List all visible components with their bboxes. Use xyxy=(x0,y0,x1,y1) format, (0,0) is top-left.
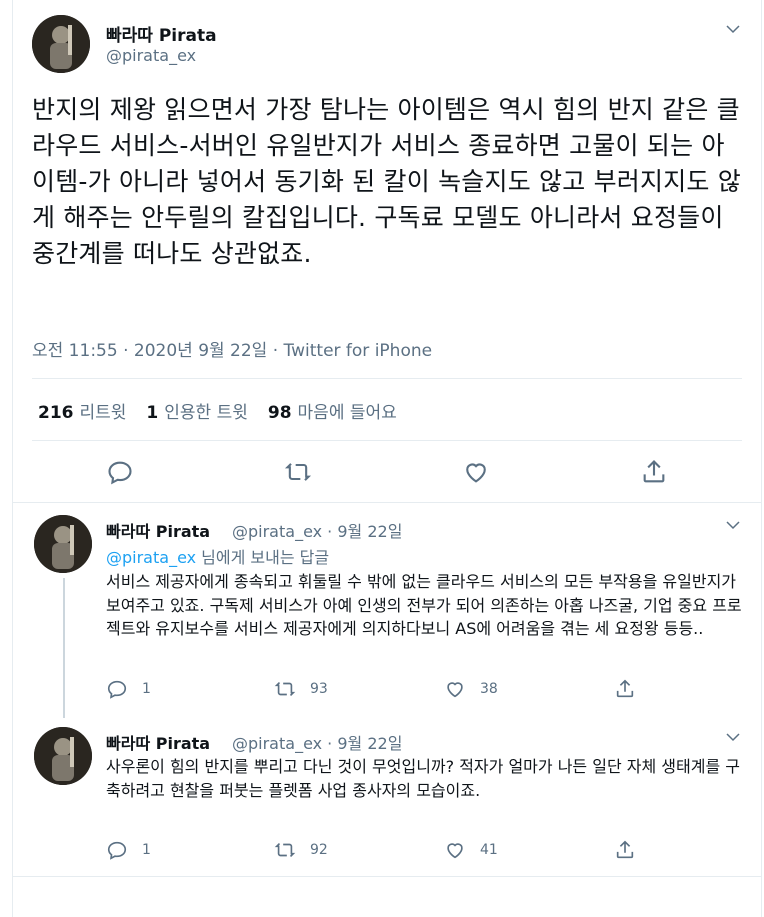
reply-text: 서비스 제공자에게 종속되고 휘둘릴 수 밖에 없는 클라우드 서비스의 모든 … xyxy=(106,572,742,638)
reply-display-name[interactable]: 빠라따 Pirata xyxy=(106,730,210,754)
share-icon[interactable] xyxy=(640,458,668,486)
likes-stat[interactable]: 98 마음에 들어요 xyxy=(268,398,397,423)
share-button[interactable] xyxy=(614,839,650,861)
reply-display-name[interactable]: 빠라따 Pirata xyxy=(106,518,210,542)
reply-avatar[interactable] xyxy=(34,515,92,573)
reply-avatar[interactable] xyxy=(34,727,92,785)
reply-count: 1 xyxy=(142,681,151,697)
reply-icon[interactable] xyxy=(106,458,134,486)
divider xyxy=(32,378,742,379)
section-divider xyxy=(12,876,762,877)
retweet-count: 92 xyxy=(310,842,328,858)
like-count: 38 xyxy=(480,681,498,697)
thread-connector xyxy=(63,578,65,718)
retweets-stat[interactable]: 216 리트윗 xyxy=(38,398,126,423)
reply-handle-date[interactable]: @pirata_ex · 9월 22일 xyxy=(232,730,402,754)
tweet-stats: 216 리트윗 1 인용한 트윗 98 마음에 들어요 xyxy=(38,398,417,423)
reply-mention[interactable]: @pirata_ex xyxy=(106,548,196,567)
share-button[interactable] xyxy=(614,678,650,700)
reply-button[interactable]: 1 xyxy=(106,839,151,861)
heart-icon[interactable] xyxy=(462,458,490,486)
reply-button[interactable]: 1 xyxy=(106,678,151,700)
quotes-stat[interactable]: 1 인용한 트윗 xyxy=(146,398,247,423)
divider xyxy=(32,440,742,441)
retweet-button[interactable]: 92 xyxy=(274,839,328,861)
reply-count: 1 xyxy=(142,842,151,858)
replying-to: @pirata_ex 님에게 보내는 답글 xyxy=(106,548,330,567)
chevron-down-icon[interactable] xyxy=(724,728,742,750)
like-button[interactable]: 41 xyxy=(444,839,498,861)
like-button[interactable]: 38 xyxy=(444,678,498,700)
retweet-count: 93 xyxy=(310,681,328,697)
retweet-icon[interactable] xyxy=(284,458,312,486)
tweet-text: 반지의 제왕 읽으면서 가장 탐나는 아이템은 역시 힘의 반지 같은 클라우드… xyxy=(32,95,741,268)
like-count: 41 xyxy=(480,842,498,858)
author-handle[interactable]: @pirata_ex xyxy=(106,46,196,65)
section-divider xyxy=(12,502,762,503)
author-display-name[interactable]: 빠라따 Pirata xyxy=(106,21,217,46)
retweet-button[interactable]: 93 xyxy=(274,678,328,700)
chevron-down-icon[interactable] xyxy=(724,516,742,538)
tweet-meta: 오전 11:55 · 2020년 9월 22일 · Twitter for iP… xyxy=(32,341,433,361)
avatar[interactable] xyxy=(32,15,90,73)
reply-text: 사우론이 힘의 반지를 뿌리고 다닌 것이 무엇입니까? 적자가 얼마가 나든 … xyxy=(106,757,740,800)
chevron-down-icon[interactable] xyxy=(724,20,742,42)
reply-handle-date[interactable]: @pirata_ex · 9월 22일 xyxy=(232,518,402,542)
